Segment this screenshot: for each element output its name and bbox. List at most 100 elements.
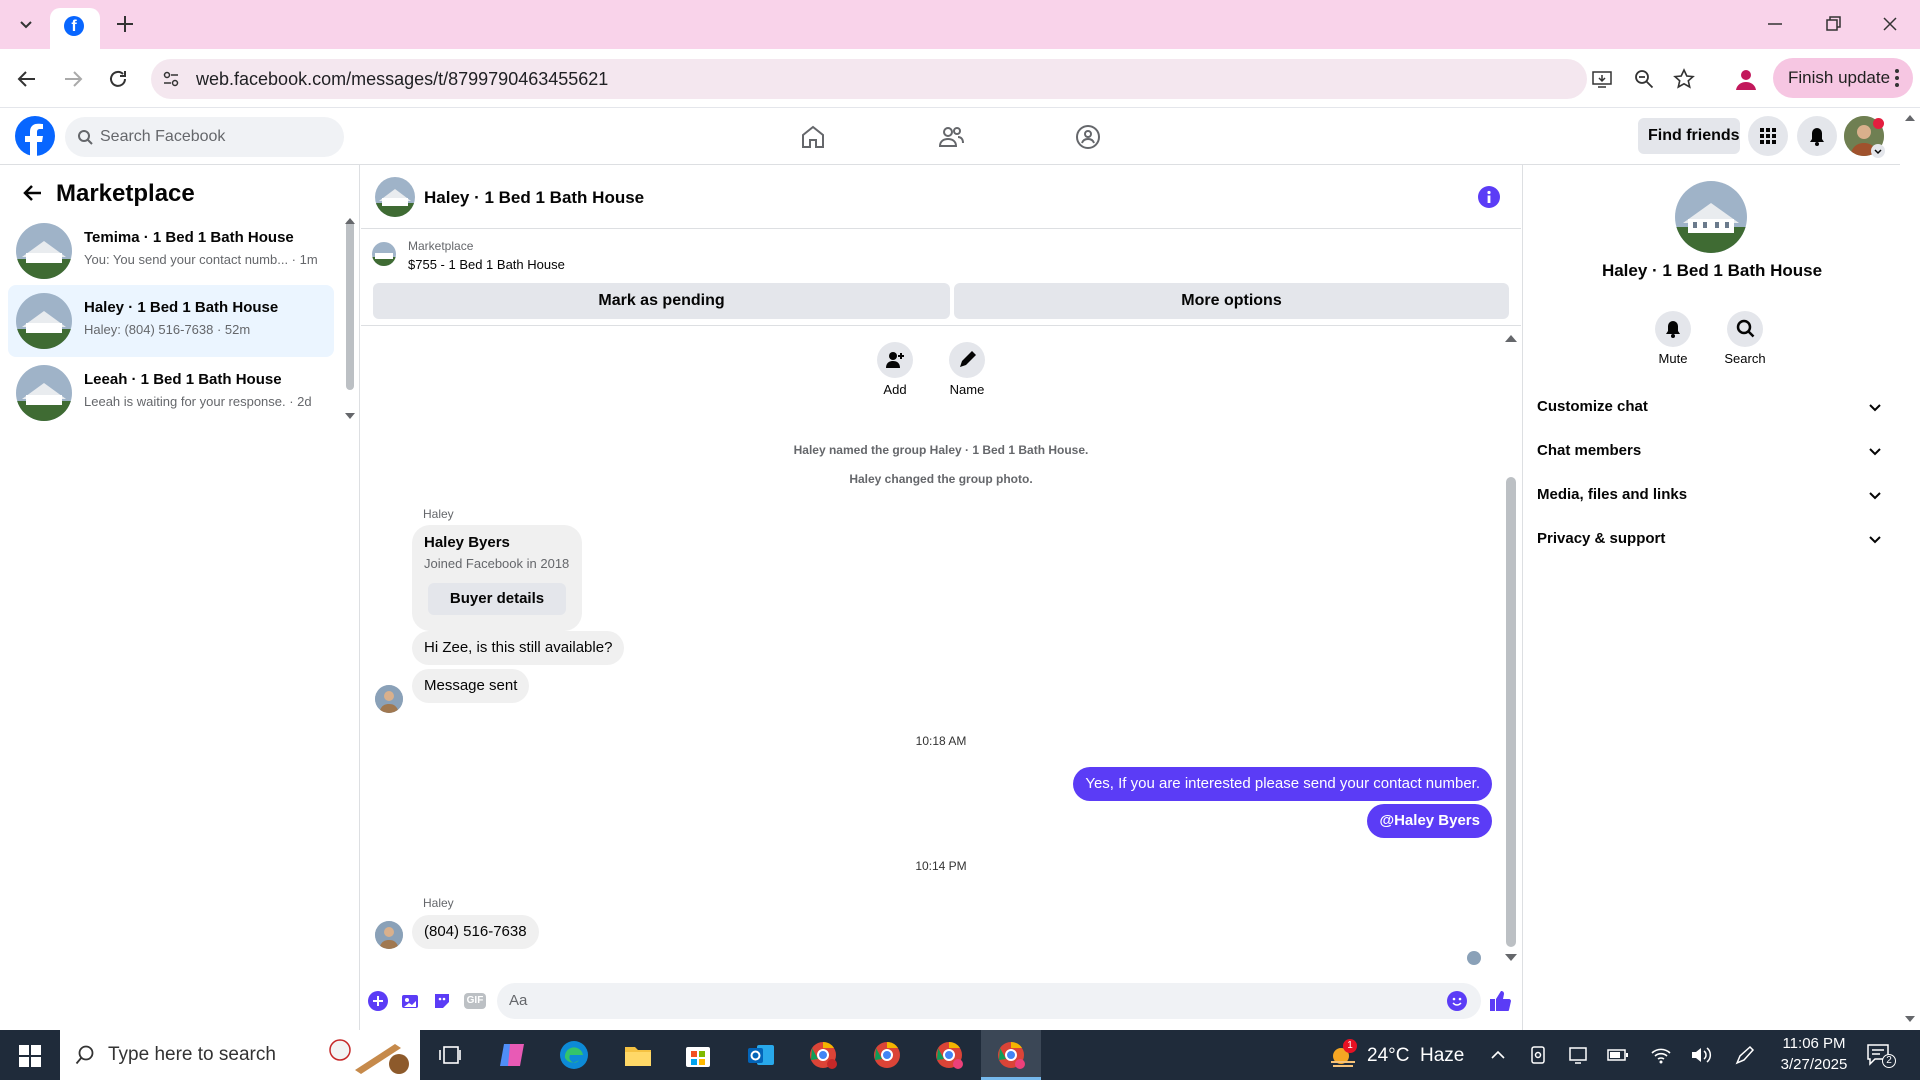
meet-icon[interactable] xyxy=(1529,1046,1547,1064)
sidebar-scrollbar[interactable] xyxy=(346,220,354,390)
search-in-chat-button[interactable] xyxy=(1727,311,1763,347)
file-explorer-icon[interactable] xyxy=(624,1043,652,1067)
battery-icon[interactable] xyxy=(1607,1047,1629,1063)
name-group-button[interactable] xyxy=(949,342,985,378)
chat-scrollbar[interactable] xyxy=(1506,477,1516,947)
conversation-preview: You: You send your contact numb... · 1m xyxy=(84,252,318,267)
buyer-joined: Joined Facebook in 2018 xyxy=(424,556,570,571)
bell-icon xyxy=(1666,321,1680,338)
chat-title[interactable]: Haley · 1 Bed 1 Bath House xyxy=(424,188,644,208)
page-scroll-down-icon[interactable] xyxy=(1905,1016,1915,1022)
photo-icon[interactable] xyxy=(400,991,420,1011)
media-files-links-row[interactable]: Media, files and links xyxy=(1537,477,1887,513)
sidebar-scroll-down-icon[interactable] xyxy=(345,413,355,419)
chrome-active-window[interactable] xyxy=(981,1030,1041,1080)
sticker-icon[interactable] xyxy=(432,991,452,1011)
chat-scroll-down-icon[interactable] xyxy=(1505,954,1517,961)
conversation-item-temima[interactable]: Temima · 1 Bed 1 Bath House You: You sen… xyxy=(8,215,334,287)
listing-thumbnail xyxy=(16,293,72,349)
facebook-top-nav: Search Facebook Find friends xyxy=(0,108,1900,165)
site-info-icon[interactable] xyxy=(161,69,181,89)
back-icon[interactable] xyxy=(15,67,39,91)
message-input[interactable]: Aa xyxy=(497,983,1481,1019)
clock-date[interactable]: 3/27/2025 xyxy=(1772,1056,1856,1073)
notifications-button[interactable] xyxy=(1797,116,1837,156)
sidebar-scroll-up-icon[interactable] xyxy=(345,218,355,224)
chat-header: Haley · 1 Bed 1 Bath House xyxy=(361,165,1521,229)
pen-icon[interactable] xyxy=(1734,1045,1756,1065)
taskbar-search-input[interactable]: Type here to search xyxy=(60,1030,420,1080)
page-scroll-up-icon[interactable] xyxy=(1905,115,1915,121)
outgoing-message[interactable]: @Haley Byers xyxy=(1367,804,1492,838)
finish-update-button[interactable]: Finish update xyxy=(1773,58,1913,98)
windows-start-icon[interactable] xyxy=(19,1045,41,1067)
outgoing-message[interactable]: Yes, If you are interested please send y… xyxy=(1073,767,1492,801)
friends-icon[interactable] xyxy=(937,123,965,151)
install-app-icon[interactable] xyxy=(1591,68,1613,90)
chrome-profile-icon[interactable] xyxy=(935,1041,963,1069)
like-icon[interactable] xyxy=(1488,989,1512,1013)
browser-toolbar: web.facebook.com/messages/t/879979046345… xyxy=(0,49,1920,108)
more-options-button[interactable]: More options xyxy=(954,283,1509,319)
wifi-icon[interactable] xyxy=(1650,1045,1672,1065)
listing-thumbnail[interactable] xyxy=(372,242,396,266)
listing-title[interactable]: $755 - 1 Bed 1 Bath House xyxy=(408,257,565,272)
emoji-icon[interactable] xyxy=(1447,991,1467,1011)
account-chevron-icon[interactable] xyxy=(1871,144,1885,158)
chat-members-row[interactable]: Chat members xyxy=(1537,433,1887,469)
chat-scroll-up-icon[interactable] xyxy=(1505,335,1517,342)
page-scrollbar[interactable] xyxy=(1900,108,1920,1030)
conversation-name: Temima · 1 Bed 1 Bath House xyxy=(84,229,294,246)
restore-icon[interactable] xyxy=(1823,14,1843,34)
task-view-icon[interactable] xyxy=(438,1044,462,1066)
facebook-search-input[interactable]: Search Facebook xyxy=(65,117,344,157)
close-window-icon[interactable] xyxy=(1880,14,1900,34)
bookmark-star-icon[interactable] xyxy=(1673,68,1695,90)
edge-icon[interactable] xyxy=(560,1041,588,1069)
conversation-item-leeah[interactable]: Leeah · 1 Bed 1 Bath House Leeah is wait… xyxy=(8,357,334,429)
back-arrow-icon[interactable] xyxy=(20,181,44,205)
microsoft-store-icon[interactable] xyxy=(685,1042,711,1068)
menu-button[interactable] xyxy=(1748,116,1788,156)
privacy-support-row[interactable]: Privacy & support xyxy=(1537,521,1887,557)
chrome-icon[interactable] xyxy=(873,1041,901,1069)
add-people-button[interactable] xyxy=(877,342,913,378)
group-photo[interactable] xyxy=(1675,181,1747,253)
conversation-item-haley[interactable]: Haley · 1 Bed 1 Bath House Haley: (804) … xyxy=(8,285,334,357)
zoom-icon[interactable] xyxy=(1633,68,1655,90)
chrome-profile-k-icon[interactable] xyxy=(809,1041,837,1069)
find-friends-button[interactable]: Find friends xyxy=(1638,118,1740,154)
browser-tab-facebook[interactable]: f xyxy=(50,8,100,49)
display-icon[interactable] xyxy=(1568,1046,1588,1064)
mark-as-pending-button[interactable]: Mark as pending xyxy=(373,283,950,319)
incoming-message[interactable]: Message sent xyxy=(412,669,530,703)
minimize-icon[interactable] xyxy=(1765,14,1785,34)
tab-list-icon[interactable] xyxy=(14,12,38,36)
forward-icon[interactable] xyxy=(61,67,85,91)
outlook-icon[interactable] xyxy=(747,1042,775,1068)
buyer-details-button[interactable]: Buyer details xyxy=(428,583,566,615)
copilot-icon[interactable] xyxy=(498,1042,526,1068)
more-actions-icon[interactable] xyxy=(368,991,388,1011)
incoming-message[interactable]: Hi Zee, is this still available? xyxy=(412,631,625,665)
groups-icon[interactable] xyxy=(1074,123,1102,151)
facebook-logo-icon[interactable] xyxy=(15,116,55,156)
weather-text[interactable]: 24°C Haze xyxy=(1367,1045,1464,1067)
gif-icon[interactable]: GIF xyxy=(464,993,486,1009)
marketplace-label: Marketplace xyxy=(408,239,474,253)
url-text[interactable]: web.facebook.com/messages/t/879979046345… xyxy=(196,69,608,90)
new-tab-icon[interactable] xyxy=(114,13,136,35)
profile-icon[interactable] xyxy=(1733,66,1759,92)
volume-icon[interactable] xyxy=(1690,1045,1712,1065)
info-icon[interactable] xyxy=(1478,186,1500,208)
timestamp: 10:14 PM xyxy=(915,859,967,873)
mute-button[interactable] xyxy=(1655,311,1691,347)
clock-time[interactable]: 11:06 PM xyxy=(1776,1035,1852,1052)
show-hidden-icons-icon[interactable] xyxy=(1490,1047,1506,1063)
chat-avatar[interactable] xyxy=(375,177,415,217)
home-icon[interactable] xyxy=(799,123,827,151)
address-bar[interactable]: web.facebook.com/messages/t/879979046345… xyxy=(151,59,1695,99)
customize-chat-row[interactable]: Customize chat xyxy=(1537,389,1887,425)
incoming-message[interactable]: (804) 516-7638 xyxy=(412,915,539,949)
reload-icon[interactable] xyxy=(106,67,130,91)
